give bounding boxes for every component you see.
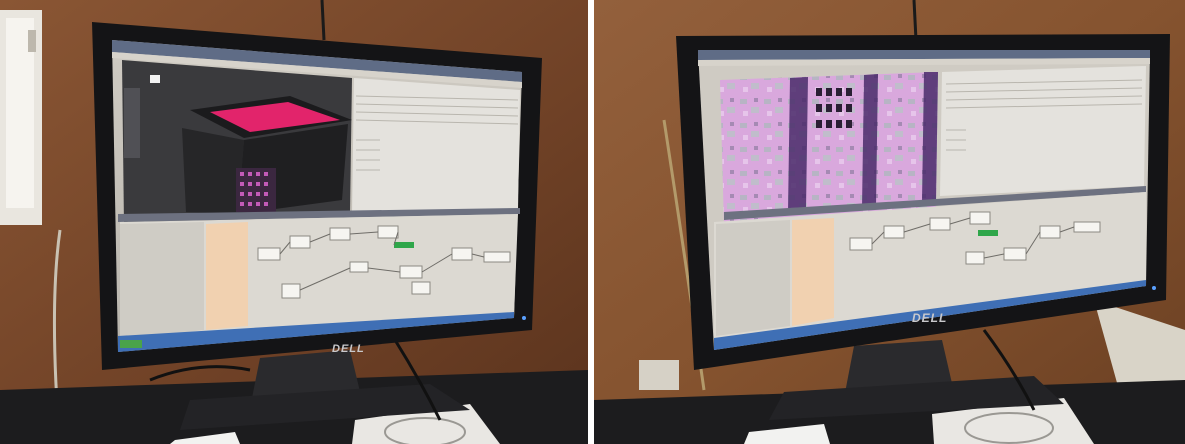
wall-cable xyxy=(320,0,326,41)
active-node xyxy=(394,242,414,248)
active-node xyxy=(978,230,998,236)
photo-left-scene: DELL xyxy=(0,0,588,444)
properties-panel xyxy=(940,66,1146,196)
power-led xyxy=(522,316,526,320)
viewport-toolbar xyxy=(124,88,140,158)
dell-logo: DELL xyxy=(332,343,365,355)
wall-outlet xyxy=(639,360,679,390)
box-grid-panel xyxy=(236,168,276,212)
photo-right: DELL xyxy=(594,0,1185,444)
window-latch xyxy=(28,30,36,52)
viewport-swatch xyxy=(150,75,160,83)
photo-divider xyxy=(588,0,594,444)
start-button xyxy=(120,340,142,348)
node-palette xyxy=(206,222,248,330)
node-tree-panel xyxy=(716,220,790,336)
photo-right-scene: DELL xyxy=(594,0,1185,444)
wall-cable xyxy=(912,0,918,41)
photo-left: DELL xyxy=(0,0,588,444)
box-front xyxy=(182,128,244,214)
node-tree-panel xyxy=(120,222,204,340)
node-palette xyxy=(792,218,834,326)
power-led xyxy=(1152,286,1156,290)
dell-logo: DELL xyxy=(912,311,947,325)
